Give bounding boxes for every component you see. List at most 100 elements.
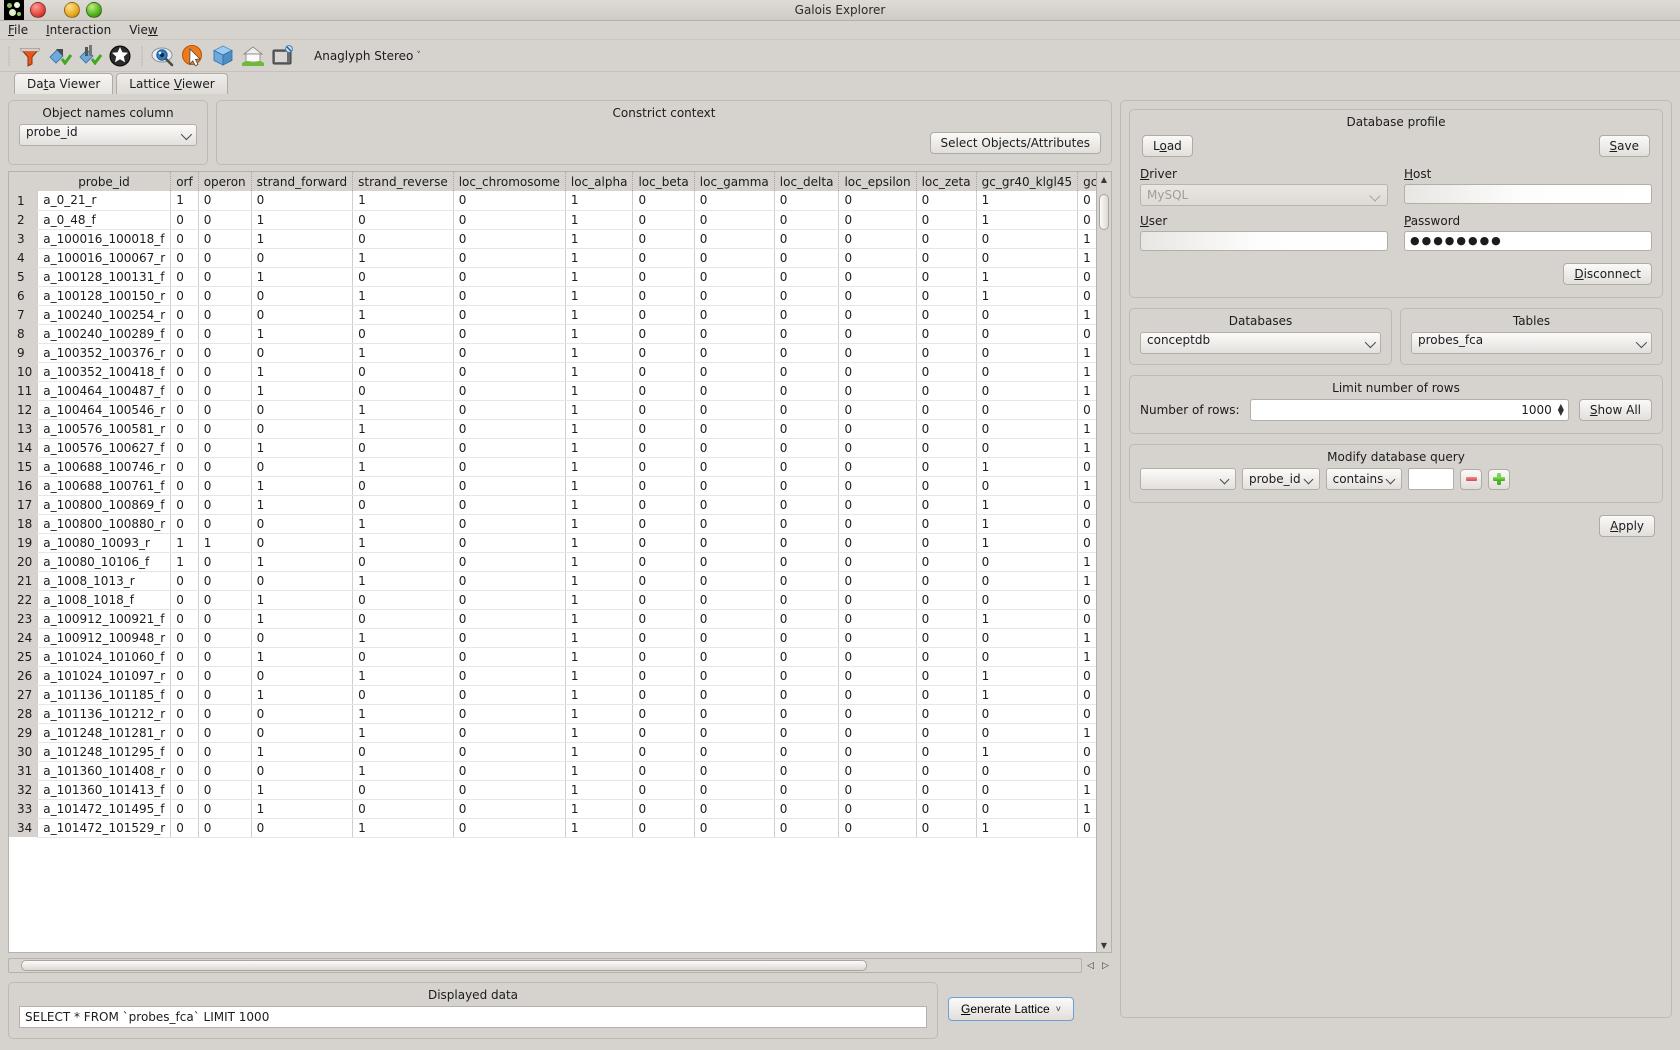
table-cell[interactable]: 0 bbox=[251, 191, 354, 211]
table-cell[interactable]: 0 bbox=[453, 400, 566, 420]
table-cell[interactable]: 0 bbox=[198, 685, 252, 705]
table-cell[interactable]: a_1008_1018_f bbox=[37, 590, 172, 610]
table-cell[interactable]: 0 bbox=[916, 362, 977, 382]
table-cell[interactable]: 0 bbox=[453, 704, 566, 724]
table-cell[interactable]: 0 bbox=[453, 324, 566, 344]
table-cell[interactable]: a_100688_100761_f bbox=[37, 476, 172, 496]
table-cell[interactable]: 0 bbox=[916, 799, 977, 819]
table-cell[interactable]: 1 bbox=[565, 324, 634, 344]
table-cell[interactable]: 0 bbox=[916, 343, 977, 363]
table-cell[interactable]: 0 bbox=[170, 343, 199, 363]
table-cell[interactable]: 0 bbox=[170, 305, 199, 325]
table-cell[interactable]: 0 bbox=[976, 761, 1079, 781]
table-cell[interactable]: 0 bbox=[453, 552, 566, 572]
table-cell[interactable]: 0 bbox=[352, 210, 454, 230]
table-cell[interactable]: 0 bbox=[251, 818, 354, 838]
import-lattice-icon[interactable] bbox=[47, 43, 73, 69]
table-cell[interactable]: 0 bbox=[198, 305, 252, 325]
table-cell[interactable]: 0 bbox=[453, 457, 566, 477]
table-cell[interactable]: 0 bbox=[774, 248, 840, 268]
column-header-loc_alpha[interactable]: loc_alpha bbox=[565, 172, 634, 191]
table-cell[interactable]: 1 bbox=[170, 191, 199, 211]
table-cell[interactable]: 0 bbox=[251, 666, 354, 686]
table-cell[interactable]: a_101024_101060_f bbox=[37, 647, 172, 667]
table-cell[interactable]: 0 bbox=[170, 286, 199, 306]
menu-interaction[interactable]: Interaction bbox=[46, 23, 111, 37]
table-cell[interactable]: 0 bbox=[198, 495, 252, 515]
table-cell[interactable]: 0 bbox=[1077, 210, 1096, 230]
column-header-gc_gr45_klgl50[interactable]: gc_gr45_klgl50 bbox=[1077, 172, 1096, 191]
table-cell[interactable]: 0 bbox=[632, 267, 695, 287]
table-cell[interactable]: 0 bbox=[251, 571, 354, 591]
table-cell[interactable]: 1 bbox=[976, 495, 1079, 515]
close-button[interactable] bbox=[30, 2, 46, 18]
table-cell[interactable]: 0 bbox=[1077, 590, 1096, 610]
table-cell[interactable]: 0 bbox=[976, 571, 1079, 591]
table-cell[interactable]: 0 bbox=[916, 590, 977, 610]
table-cell[interactable]: 0 bbox=[198, 210, 252, 230]
table-cell[interactable]: 1 bbox=[198, 533, 252, 553]
table-cell[interactable]: 1 bbox=[251, 381, 354, 401]
column-header-strand_forward[interactable]: strand_forward bbox=[251, 172, 354, 191]
table-cell[interactable]: a_100128_100131_f bbox=[37, 267, 172, 287]
table-cell[interactable]: 0 bbox=[838, 704, 917, 724]
table-cell[interactable]: 0 bbox=[916, 248, 977, 268]
table-row[interactable]: 28a_101136_101212_r00010100000000 bbox=[9, 704, 1096, 724]
table-cell[interactable]: 1 bbox=[565, 248, 634, 268]
table-cell[interactable]: 0 bbox=[838, 685, 917, 705]
table-cell[interactable]: a_100016_100018_f bbox=[37, 229, 172, 249]
table-cell[interactable]: 0 bbox=[1077, 267, 1096, 287]
table-cell[interactable]: 0 bbox=[198, 514, 252, 534]
table-cell[interactable]: 1 bbox=[1077, 799, 1096, 819]
table-cell[interactable]: 0 bbox=[198, 457, 252, 477]
table-cell[interactable]: 0 bbox=[198, 818, 252, 838]
table-cell[interactable]: 0 bbox=[694, 780, 775, 800]
column-header-loc_beta[interactable]: loc_beta bbox=[632, 172, 695, 191]
table-cell[interactable]: 0 bbox=[632, 476, 695, 496]
table-cell[interactable]: 0 bbox=[976, 400, 1079, 420]
table-cell[interactable]: 1 bbox=[565, 533, 634, 553]
table-cell[interactable]: 0 bbox=[838, 476, 917, 496]
select-arrow-icon[interactable] bbox=[180, 43, 206, 69]
table-cell[interactable]: 0 bbox=[694, 799, 775, 819]
disconnect-button[interactable]: Disconnect bbox=[1563, 263, 1652, 285]
table-cell[interactable]: 0 bbox=[976, 324, 1079, 344]
table-cell[interactable]: 0 bbox=[694, 552, 775, 572]
databases-select[interactable]: conceptdb bbox=[1140, 332, 1381, 354]
menu-view[interactable]: View bbox=[129, 23, 158, 37]
table-cell[interactable]: 0 bbox=[694, 438, 775, 458]
table-cell[interactable]: 0 bbox=[352, 438, 454, 458]
table-cell[interactable]: 0 bbox=[838, 305, 917, 325]
table-cell[interactable]: 1 bbox=[565, 305, 634, 325]
table-cell[interactable]: 0 bbox=[838, 609, 917, 629]
table-cell[interactable]: 0 bbox=[170, 742, 199, 762]
table-cell[interactable]: 1 bbox=[1077, 628, 1096, 648]
table-cell[interactable]: 1 bbox=[251, 476, 354, 496]
table-cell[interactable]: 1 bbox=[565, 400, 634, 420]
table-cell[interactable]: 0 bbox=[774, 723, 840, 743]
table-cell[interactable]: a_100464_100487_f bbox=[37, 381, 172, 401]
table-cell[interactable]: 0 bbox=[453, 210, 566, 230]
table-cell[interactable]: 0 bbox=[694, 723, 775, 743]
table-cell[interactable]: 0 bbox=[1077, 457, 1096, 477]
table-row[interactable]: 12a_100464_100546_r00010100000001 bbox=[9, 400, 1096, 420]
table-cell[interactable]: 0 bbox=[694, 495, 775, 515]
table-cell[interactable]: 1 bbox=[251, 742, 354, 762]
table-row[interactable]: 13a_100576_100581_r00010100000010 bbox=[9, 419, 1096, 439]
table-row[interactable]: 7a_100240_100254_r00010100000010 bbox=[9, 305, 1096, 325]
table-cell[interactable]: 0 bbox=[774, 514, 840, 534]
tab-lattice-viewer[interactable]: Lattice Viewer Lattice Viewer bbox=[116, 73, 228, 94]
table-cell[interactable]: 0 bbox=[251, 305, 354, 325]
table-cell[interactable]: a_100352_100376_r bbox=[37, 343, 172, 363]
table-cell[interactable]: 1 bbox=[251, 362, 354, 382]
table-cell[interactable]: 0 bbox=[694, 267, 775, 287]
table-cell[interactable]: 0 bbox=[694, 514, 775, 534]
table-cell[interactable]: 1 bbox=[352, 514, 454, 534]
table-cell[interactable]: 0 bbox=[251, 286, 354, 306]
table-cell[interactable]: 0 bbox=[198, 704, 252, 724]
table-row[interactable]: 8a_100240_100289_f00100100000001 bbox=[9, 324, 1096, 344]
table-cell[interactable]: 0 bbox=[976, 229, 1079, 249]
table-cell[interactable]: 0 bbox=[916, 324, 977, 344]
table-cell[interactable]: 0 bbox=[1077, 286, 1096, 306]
stereo-mode-dropdown[interactable]: Anaglyph Stereo ˅ bbox=[314, 49, 421, 63]
